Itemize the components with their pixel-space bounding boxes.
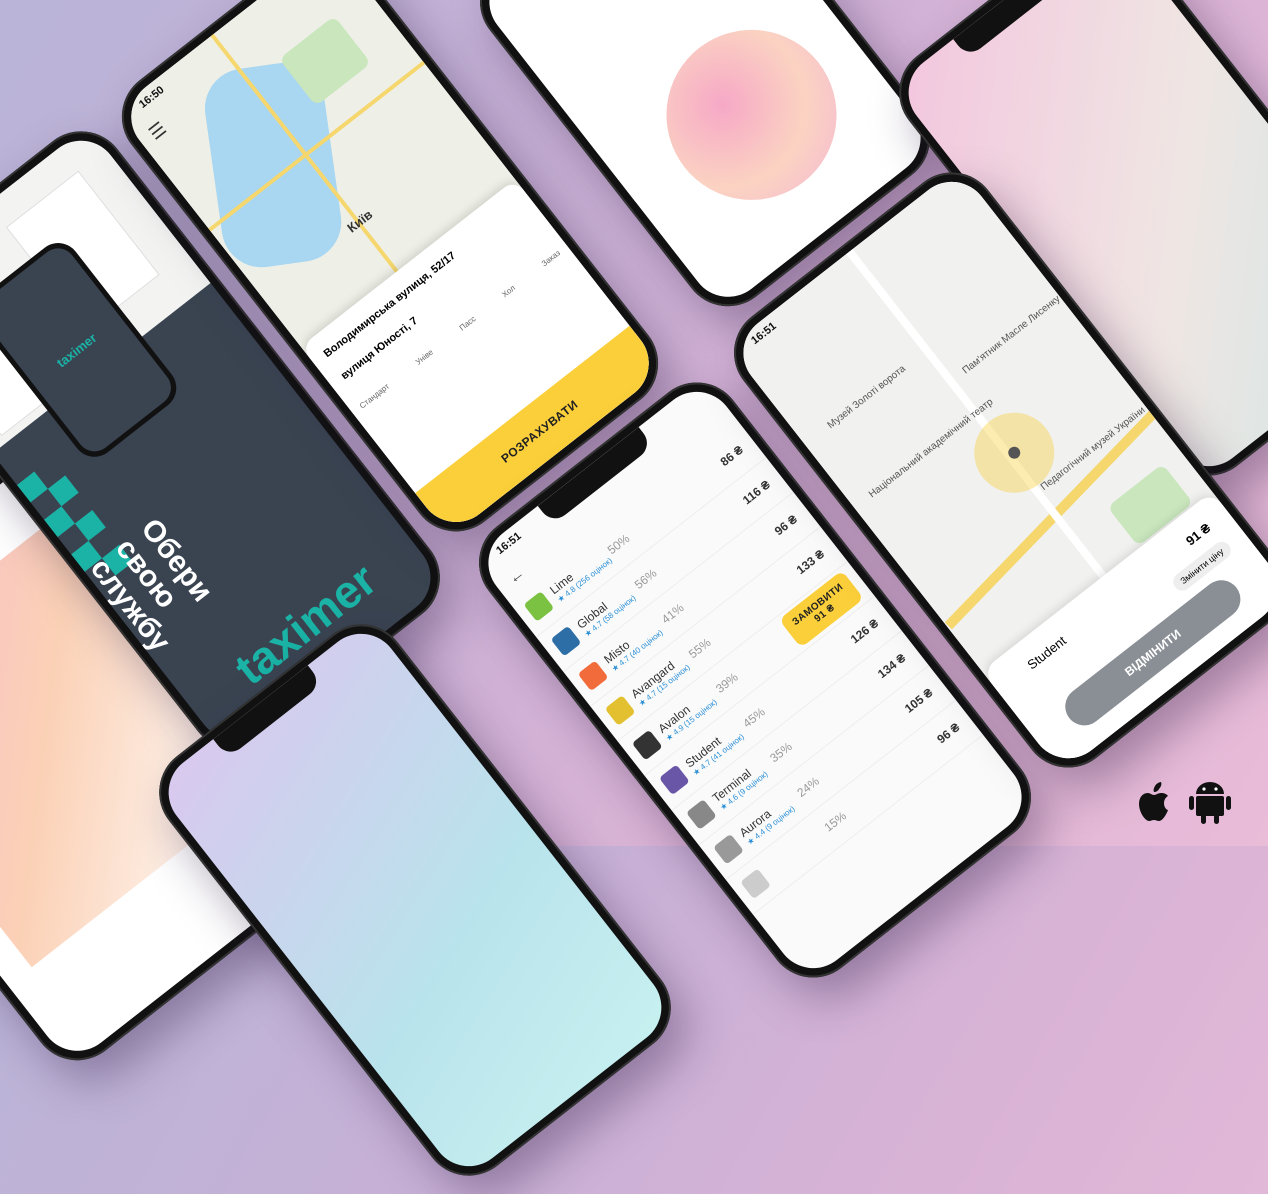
service-price: 116 ₴ bbox=[740, 477, 773, 508]
notch bbox=[953, 0, 1063, 58]
service-logo bbox=[686, 799, 717, 830]
status-time: 16:51 bbox=[494, 530, 524, 557]
car-class-universal[interactable]: Уніве bbox=[414, 348, 435, 367]
service-logo bbox=[550, 625, 582, 657]
service-price: 126 ₴ bbox=[847, 616, 882, 647]
back-arrow-icon[interactable]: ← bbox=[505, 565, 529, 589]
checker-square bbox=[16, 471, 48, 503]
service-price: 133 ₴ bbox=[793, 546, 828, 578]
service-logo bbox=[658, 764, 690, 796]
service-price: 105 ₴ bbox=[902, 685, 936, 716]
service-logo bbox=[631, 729, 663, 761]
service-price: 134 ₴ bbox=[874, 650, 909, 682]
service-logo bbox=[604, 695, 636, 726]
checker-square bbox=[74, 510, 106, 541]
map-label: Пам'ятник Маслe Лисенку bbox=[960, 293, 1063, 377]
apple-icon bbox=[1139, 782, 1168, 821]
service-logo bbox=[523, 591, 555, 622]
checker-square bbox=[47, 475, 79, 507]
service-price: 96 ₴ bbox=[934, 720, 963, 747]
cancel-button[interactable]: ВІДМІНИТИ bbox=[1057, 572, 1249, 734]
service-price: 86 ₴ bbox=[717, 442, 746, 469]
car-class-cold[interactable]: Хол bbox=[500, 283, 517, 299]
car-class-order[interactable]: Заказ bbox=[540, 248, 562, 268]
service-logo bbox=[577, 660, 609, 692]
checker-square bbox=[44, 506, 75, 538]
service-price: 96 ₴ bbox=[771, 512, 800, 539]
service-percent: 15% bbox=[821, 808, 849, 835]
car-class-standard[interactable]: Стандарт bbox=[358, 382, 391, 411]
mini-logo: taximer bbox=[53, 329, 100, 371]
car-class-pass[interactable]: Пасс bbox=[458, 314, 478, 332]
service-name: Student bbox=[1024, 632, 1069, 673]
service-logo bbox=[740, 868, 772, 900]
service-logo bbox=[713, 833, 744, 865]
android-icon bbox=[1189, 782, 1231, 824]
order-price: 91 ₴ bbox=[1182, 520, 1214, 549]
map-label: Музей Золоті ворота bbox=[825, 363, 908, 432]
gradient-orb bbox=[632, 0, 871, 235]
